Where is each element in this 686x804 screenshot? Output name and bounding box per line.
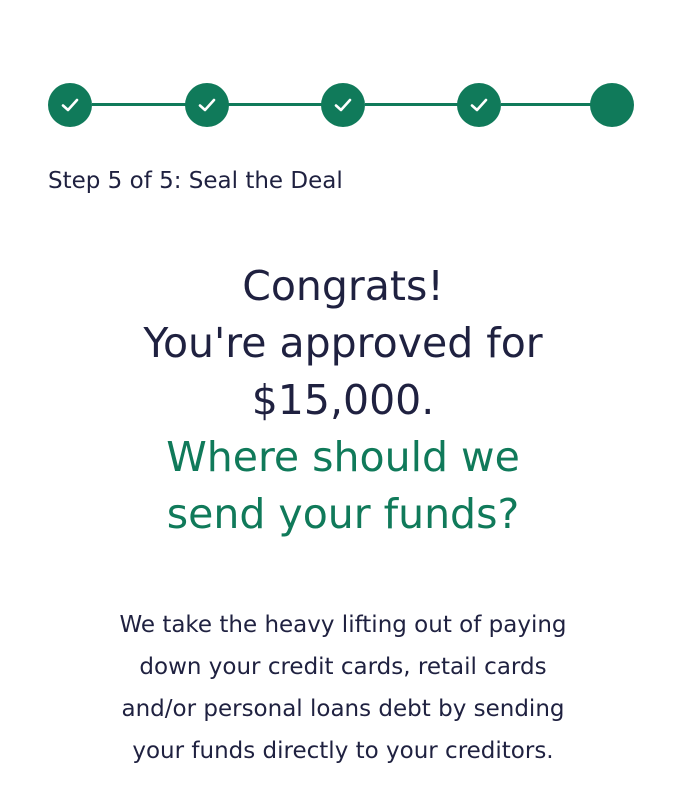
check-icon	[334, 98, 352, 112]
stepper-connector	[365, 103, 459, 106]
step-caption: Step 5 of 5: Seal the Deal	[48, 168, 343, 194]
stepper-connector	[92, 103, 186, 106]
funds-question-line-1: Where should we	[166, 433, 520, 481]
description-line: and/or personal loans debt by sending	[121, 696, 565, 722]
congrats-text: Congrats!	[242, 262, 444, 310]
check-icon	[198, 98, 216, 112]
description-line: your funds directly to your creditors.	[132, 738, 554, 764]
stepper-connector	[228, 103, 323, 106]
step-2-complete	[185, 83, 229, 127]
approval-headline: Congrats! You're approved for $15,000. W…	[0, 258, 686, 543]
description-line: We take the heavy lifting out of paying	[119, 612, 567, 638]
step-1-complete	[48, 83, 92, 127]
check-icon	[470, 98, 488, 112]
funds-question-line-2: send your funds?	[166, 490, 520, 538]
step-5-current	[590, 83, 634, 127]
check-icon	[61, 98, 79, 112]
step-3-complete	[321, 83, 365, 127]
progress-stepper	[0, 0, 686, 140]
description-line: down your credit cards, retail cards	[139, 654, 547, 680]
stepper-connector	[501, 103, 591, 106]
approved-text: You're approved for	[143, 319, 543, 367]
description-paragraph: We take the heavy lifting out of paying …	[80, 604, 606, 772]
step-4-complete	[457, 83, 501, 127]
approved-amount: $15,000.	[251, 376, 435, 424]
